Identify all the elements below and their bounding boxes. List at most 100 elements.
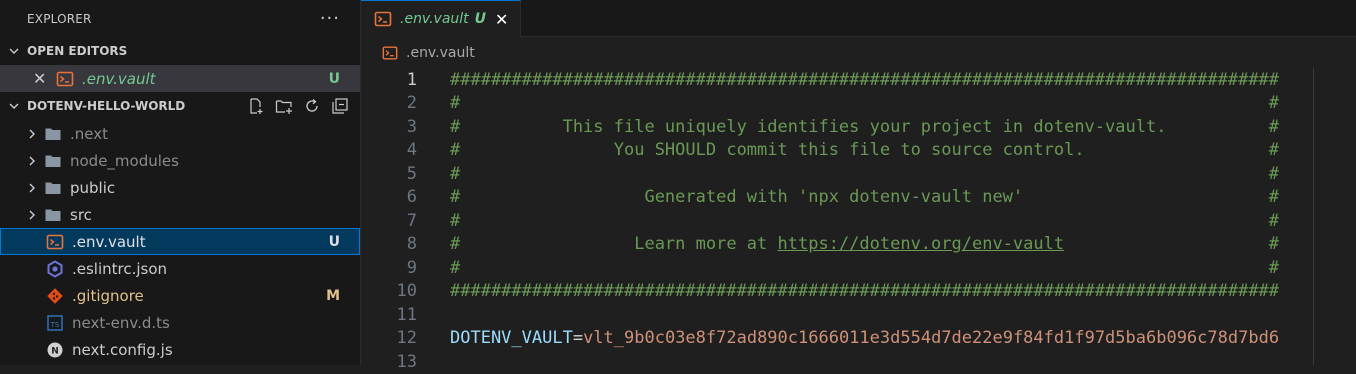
- code-text: # You SHOULD commit this file to source …: [450, 140, 1280, 161]
- folder-label: .next: [70, 124, 108, 143]
- project-header[interactable]: DOTENV-HELLO-WORLD: [0, 92, 360, 120]
- close-icon[interactable]: ✕: [33, 69, 46, 88]
- code-line: 13: [361, 350, 1356, 374]
- svg-text:N: N: [51, 346, 59, 356]
- code-text: # #: [450, 210, 1280, 231]
- env-equals: =: [572, 328, 584, 349]
- chevron-down-icon: [6, 98, 22, 114]
- line-number: 3: [406, 116, 417, 137]
- open-editors-header[interactable]: OPEN EDITORS: [0, 37, 360, 65]
- line-number: 5: [406, 163, 417, 184]
- line-number: 10: [396, 281, 417, 302]
- open-editors-title: OPEN EDITORS: [27, 44, 128, 58]
- more-actions-icon[interactable]: ···: [320, 9, 340, 28]
- code-text: # #: [450, 163, 1280, 184]
- code-text: ########################################…: [450, 281, 1280, 302]
- chevron-right-icon: [24, 126, 40, 142]
- nextjs-icon: N: [46, 341, 64, 359]
- git-status-badge: M: [326, 287, 340, 304]
- code-text-pre: # Learn more at: [450, 234, 778, 255]
- code-editor[interactable]: 1 #######################################…: [361, 68, 1356, 372]
- file-item-env-vault[interactable]: .env.vault U: [0, 228, 360, 255]
- folder-icon: [44, 206, 62, 224]
- env-key: DOTENV_VAULT: [450, 328, 573, 349]
- code-text: ########################################…: [450, 69, 1280, 90]
- folder-label: node_modules: [70, 151, 179, 170]
- line-number: 13: [396, 351, 417, 372]
- file-label: .gitignore: [72, 286, 144, 305]
- svg-text:TS: TS: [50, 321, 60, 329]
- project-title: DOTENV-HELLO-WORLD: [27, 99, 186, 113]
- code-line: 5 # #: [361, 162, 1356, 186]
- code-text: # This file uniquely identifies your pro…: [450, 116, 1280, 137]
- open-editor-label: .env.vault: [82, 69, 156, 88]
- explorer-title: EXPLORER: [27, 11, 92, 26]
- chevron-right-icon: [24, 153, 40, 169]
- tab-git-status: U: [474, 11, 487, 27]
- breadcrumb-label: .env.vault: [406, 45, 475, 61]
- tab-bar: .env.vault U ✕: [361, 0, 1356, 37]
- dotenv-link[interactable]: https://dotenv.org/env-vault: [778, 234, 1065, 254]
- code-line: 11: [361, 303, 1356, 327]
- git-status-badge: U: [328, 70, 340, 87]
- line-number: 8: [406, 234, 417, 255]
- line-number: 6: [406, 187, 417, 208]
- folder-label: public: [70, 178, 116, 197]
- git-status-badge: U: [328, 233, 340, 250]
- file-label: .env.vault: [72, 232, 146, 251]
- typescript-icon: TS: [46, 314, 64, 332]
- folder-icon: [44, 179, 62, 197]
- code-line: 6 # Generated with 'npx dotenv-vault new'…: [361, 186, 1356, 210]
- folder-icon: [44, 125, 62, 143]
- breadcrumb[interactable]: .env.vault: [361, 37, 1356, 69]
- project-actions: [247, 92, 349, 120]
- open-editor-item[interactable]: ✕ .env.vault U: [0, 65, 360, 92]
- line-number: 12: [396, 328, 417, 349]
- code-text: # Learn more at https://dotenv.org/env-v…: [417, 234, 1279, 254]
- code-line: 2 # #: [361, 92, 1356, 116]
- code-text: # #: [450, 93, 1280, 114]
- new-file-icon[interactable]: [247, 97, 265, 115]
- new-folder-icon[interactable]: [275, 97, 293, 115]
- terminal-file-icon: [46, 233, 64, 251]
- file-label: next-env.d.ts: [72, 313, 170, 332]
- folder-icon: [44, 152, 62, 170]
- eslint-icon: [46, 259, 64, 278]
- folder-item[interactable]: .next: [0, 120, 360, 147]
- file-item-eslintrc[interactable]: .eslintrc.json: [0, 255, 360, 282]
- line-number: 2: [406, 93, 417, 114]
- code-text: # #: [450, 257, 1280, 278]
- chevron-right-icon: [24, 180, 40, 196]
- refresh-icon[interactable]: [303, 97, 321, 115]
- code-line: 4 # You SHOULD commit this file to source…: [361, 139, 1356, 163]
- code-line: 8 # Learn more at https://dotenv.org/env-…: [361, 233, 1356, 257]
- folder-item[interactable]: src: [0, 201, 360, 228]
- file-label: next.config.js: [72, 340, 173, 359]
- chevron-down-icon: [6, 43, 22, 59]
- collapse-all-icon[interactable]: [331, 97, 349, 115]
- env-value: vlt_9b0c03e8f72ad890c1666011e3d554d7de22…: [583, 328, 1280, 349]
- code-line: 7 # #: [361, 209, 1356, 233]
- git-icon: [46, 287, 64, 305]
- code-line: 10 ######################################…: [361, 280, 1356, 304]
- file-item-gitignore[interactable]: .gitignore M: [0, 282, 360, 309]
- line-number: 7: [406, 210, 417, 231]
- folder-item[interactable]: public: [0, 174, 360, 201]
- code-text-post: #: [1064, 234, 1280, 255]
- folder-item[interactable]: node_modules: [0, 147, 360, 174]
- line-number: 4: [406, 140, 417, 161]
- line-number: 1: [406, 69, 417, 90]
- file-item-next-env[interactable]: TS next-env.d.ts: [0, 309, 360, 336]
- line-number: 9: [406, 257, 417, 278]
- chevron-right-icon: [24, 207, 40, 223]
- code-text: # Generated with 'npx dotenv-vault new' …: [450, 187, 1280, 208]
- file-label: .eslintrc.json: [72, 259, 168, 278]
- terminal-file-icon: [374, 10, 392, 28]
- close-icon[interactable]: ✕: [495, 10, 508, 29]
- tab-env-vault[interactable]: .env.vault U ✕: [361, 0, 522, 37]
- code-line: 3 # This file uniquely identifies your pr…: [361, 115, 1356, 139]
- explorer-sidebar: EXPLORER ··· OPEN EDITORS ✕ .env.vault U…: [0, 0, 361, 365]
- file-item-next-config[interactable]: N next.config.js: [0, 336, 360, 363]
- folder-label: src: [70, 205, 92, 224]
- tab-label: .env.vault: [400, 11, 469, 27]
